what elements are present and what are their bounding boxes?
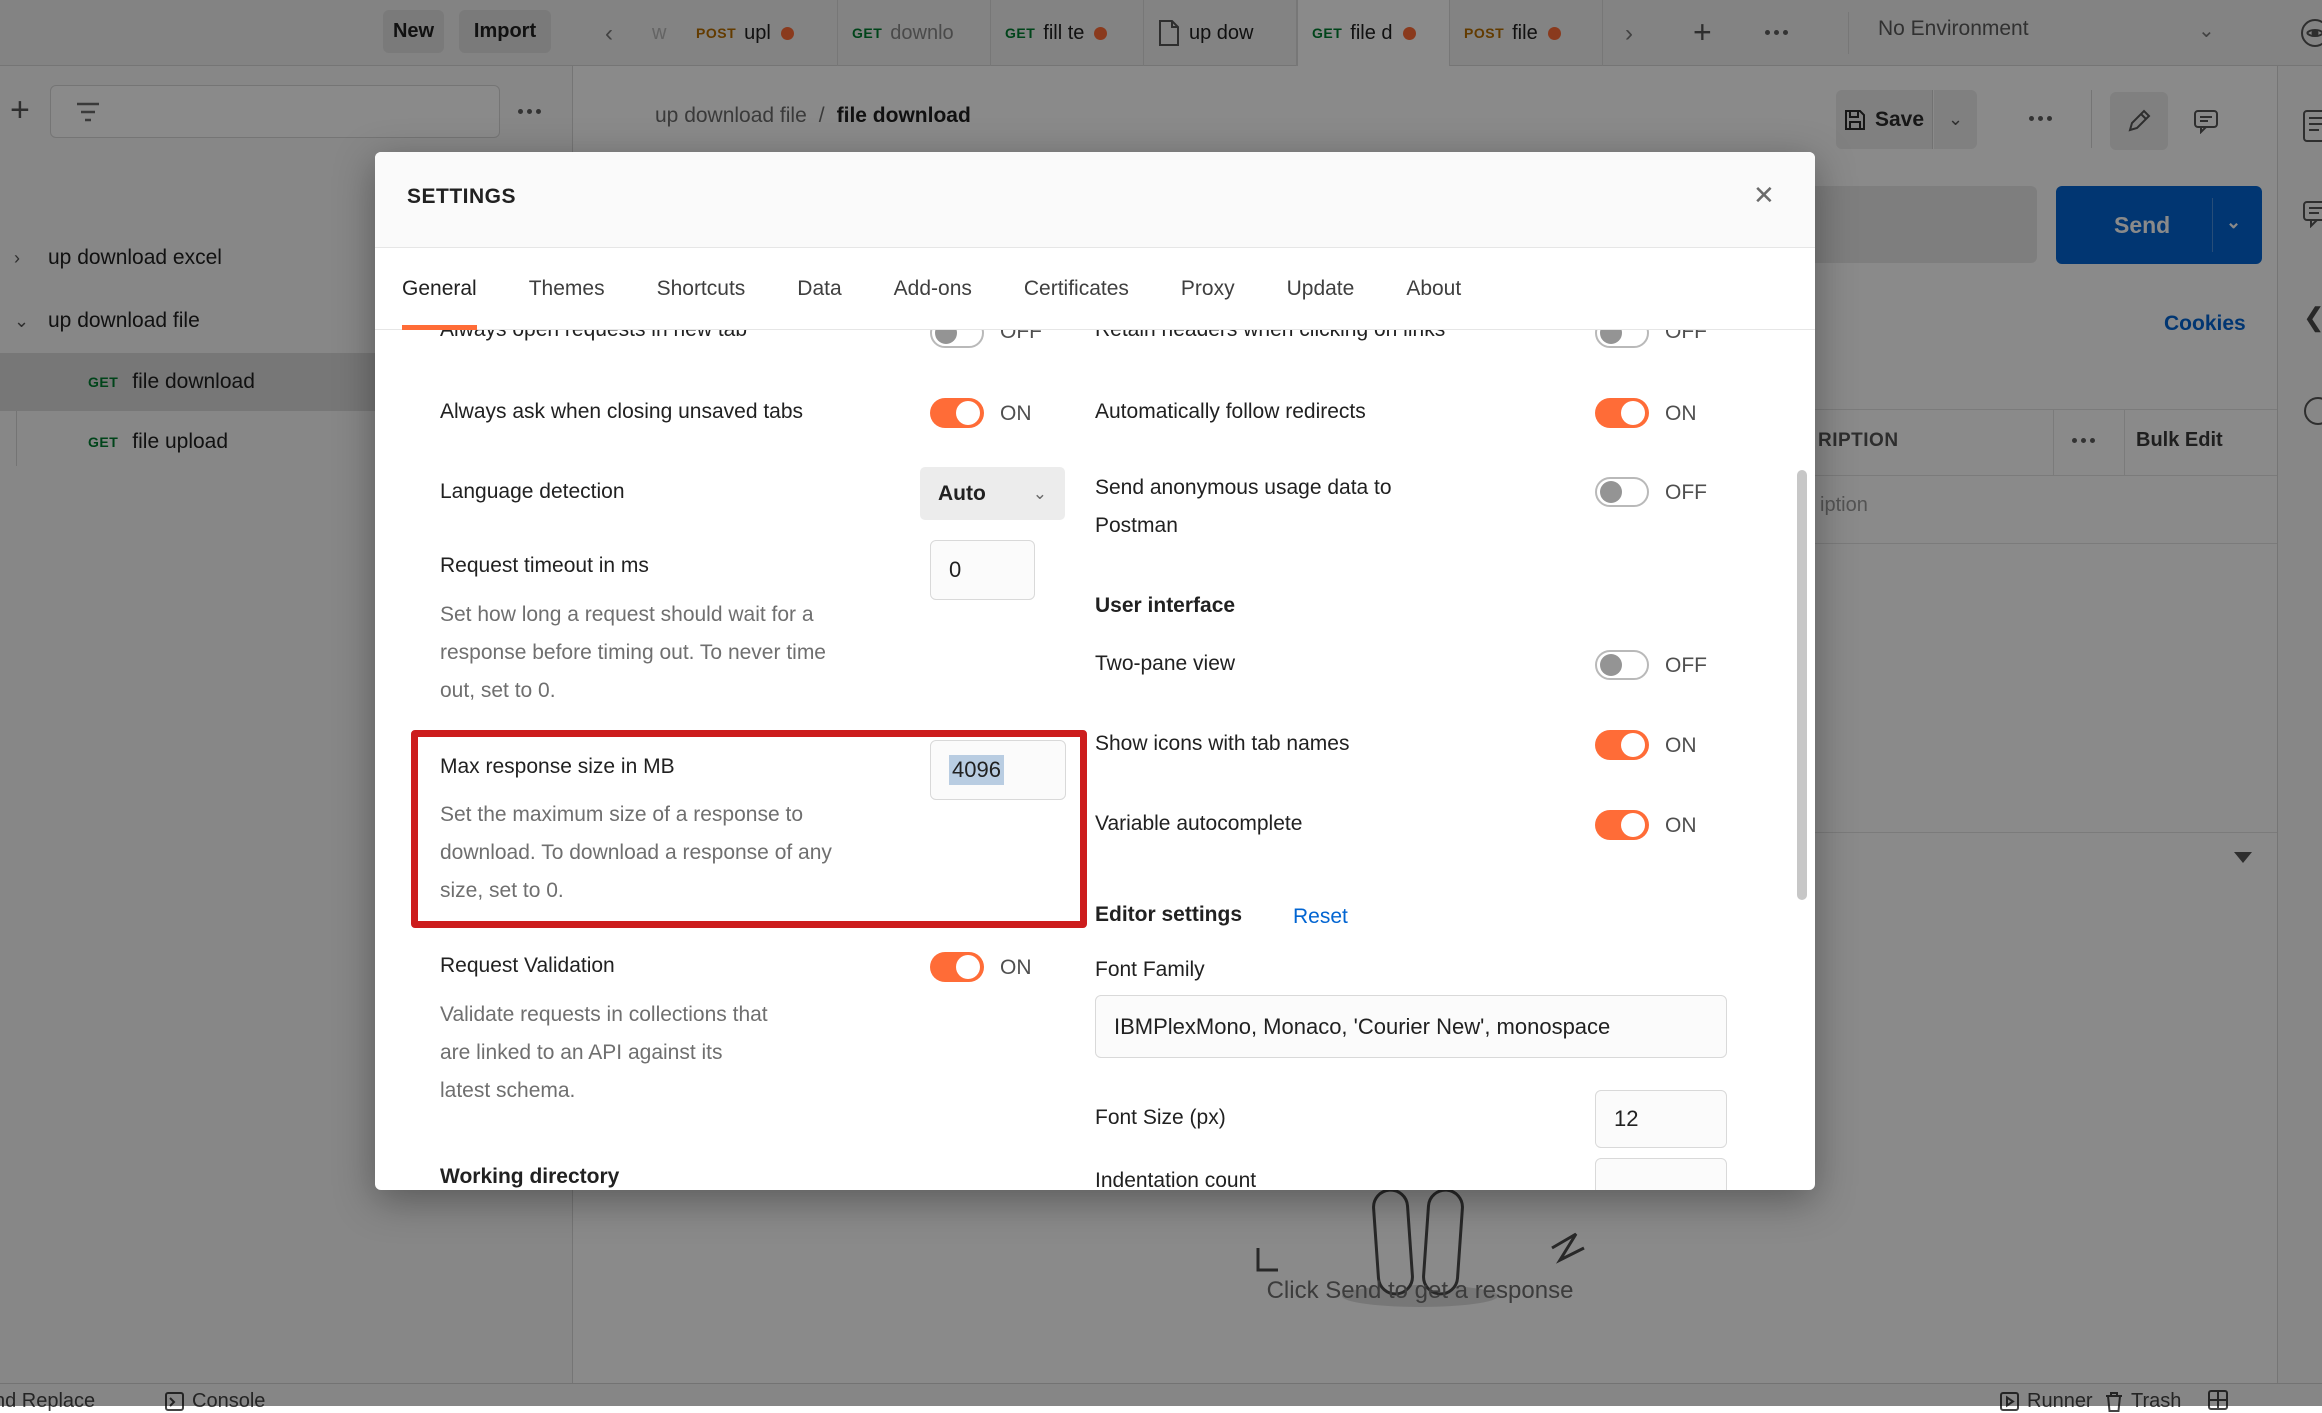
toggle-state: ON [1000,402,1032,426]
language-detection-select[interactable]: Auto ⌄ [920,467,1065,520]
tab-data[interactable]: Data [797,248,841,330]
toggle-state: OFF [1665,330,1707,344]
retain-headers-toggle[interactable] [1595,330,1649,348]
setting-max-response-size-label: Max response size in MB [440,755,675,779]
max-response-size-description: Set the maximum size of a response to do… [440,796,840,910]
modal-scrollbar-thumb[interactable] [1797,470,1807,900]
setting-follow-redirects-label: Automatically follow redirects [1095,400,1366,424]
toggle-state: ON [1665,814,1697,838]
setting-variable-autocomplete-label: Variable autocomplete [1095,812,1302,836]
indentation-count-label: Indentation count [1095,1169,1256,1190]
ask-closing-toggle[interactable] [930,398,984,428]
font-family-input[interactable]: IBMPlexMono, Monaco, 'Courier New', mono… [1095,995,1727,1058]
toggle-state: ON [1000,956,1032,980]
request-timeout-input[interactable]: 0 [930,540,1035,600]
setting-tab-icons-label: Show icons with tab names [1095,732,1349,756]
input-value: IBMPlexMono, Monaco, 'Courier New', mono… [1114,1014,1610,1040]
editor-settings-heading: Editor settings [1095,903,1242,927]
toggle-state: OFF [1000,330,1042,344]
toggle-state: ON [1665,402,1697,426]
settings-tab-bar: General Themes Shortcuts Data Add-ons Ce… [375,248,1815,330]
input-value: 12 [1614,1106,1638,1132]
follow-redirects-toggle[interactable] [1595,398,1649,428]
toggle-state: OFF [1665,481,1707,505]
open-new-tab-toggle[interactable] [930,330,984,348]
setting-retain-headers-label: Retain headers when clicking on links [1095,330,1445,342]
setting-two-pane-label: Two-pane view [1095,652,1235,676]
settings-title: SETTINGS [407,185,516,209]
font-family-label: Font Family [1095,958,1205,982]
toggle-state: ON [1665,734,1697,758]
tab-about[interactable]: About [1406,248,1461,330]
settings-content: Always open requests in new tab OFF Reta… [375,330,1815,1190]
reset-link[interactable]: Reset [1293,905,1348,929]
tab-addons[interactable]: Add-ons [894,248,972,330]
user-interface-heading: User interface [1095,594,1235,618]
setting-request-validation-label: Request Validation [440,954,615,978]
tab-shortcuts[interactable]: Shortcuts [657,248,746,330]
chevron-down-icon: ⌄ [1033,484,1047,504]
setting-language-detection-label: Language detection [440,480,625,504]
request-validation-toggle[interactable] [930,952,984,982]
tab-update[interactable]: Update [1287,248,1355,330]
usage-data-toggle[interactable] [1595,477,1649,507]
request-timeout-description: Set how long a request should wait for a… [440,596,850,710]
settings-modal: SETTINGS ✕ General Themes Shortcuts Data… [375,152,1815,1190]
tab-themes[interactable]: Themes [529,248,605,330]
tab-proxy[interactable]: Proxy [1181,248,1235,330]
font-size-input[interactable]: 12 [1595,1090,1727,1148]
max-response-size-input[interactable]: 4096 [930,740,1066,800]
request-validation-description: Validate requests in collections that ar… [440,996,770,1110]
setting-request-timeout-label: Request timeout in ms [440,554,649,578]
tab-general[interactable]: General [402,248,477,330]
working-directory-heading: Working directory [440,1165,619,1189]
tab-icons-toggle[interactable] [1595,730,1649,760]
tab-certificates[interactable]: Certificates [1024,248,1129,330]
font-size-label: Font Size (px) [1095,1106,1226,1130]
select-value: Auto [938,482,986,506]
setting-ask-closing-label: Always ask when closing unsaved tabs [440,400,803,424]
settings-header: SETTINGS ✕ [375,152,1815,248]
input-value: 0 [949,557,961,583]
close-icon[interactable]: ✕ [1753,180,1775,211]
selected-input-value: 4096 [949,755,1004,785]
two-pane-toggle[interactable] [1595,650,1649,680]
setting-usage-data-label: Send anonymous usage data to Postman [1095,469,1425,545]
indentation-count-input[interactable] [1595,1158,1727,1190]
setting-open-new-tab-label: Always open requests in new tab [440,330,747,342]
toggle-state: OFF [1665,654,1707,678]
variable-autocomplete-toggle[interactable] [1595,810,1649,840]
